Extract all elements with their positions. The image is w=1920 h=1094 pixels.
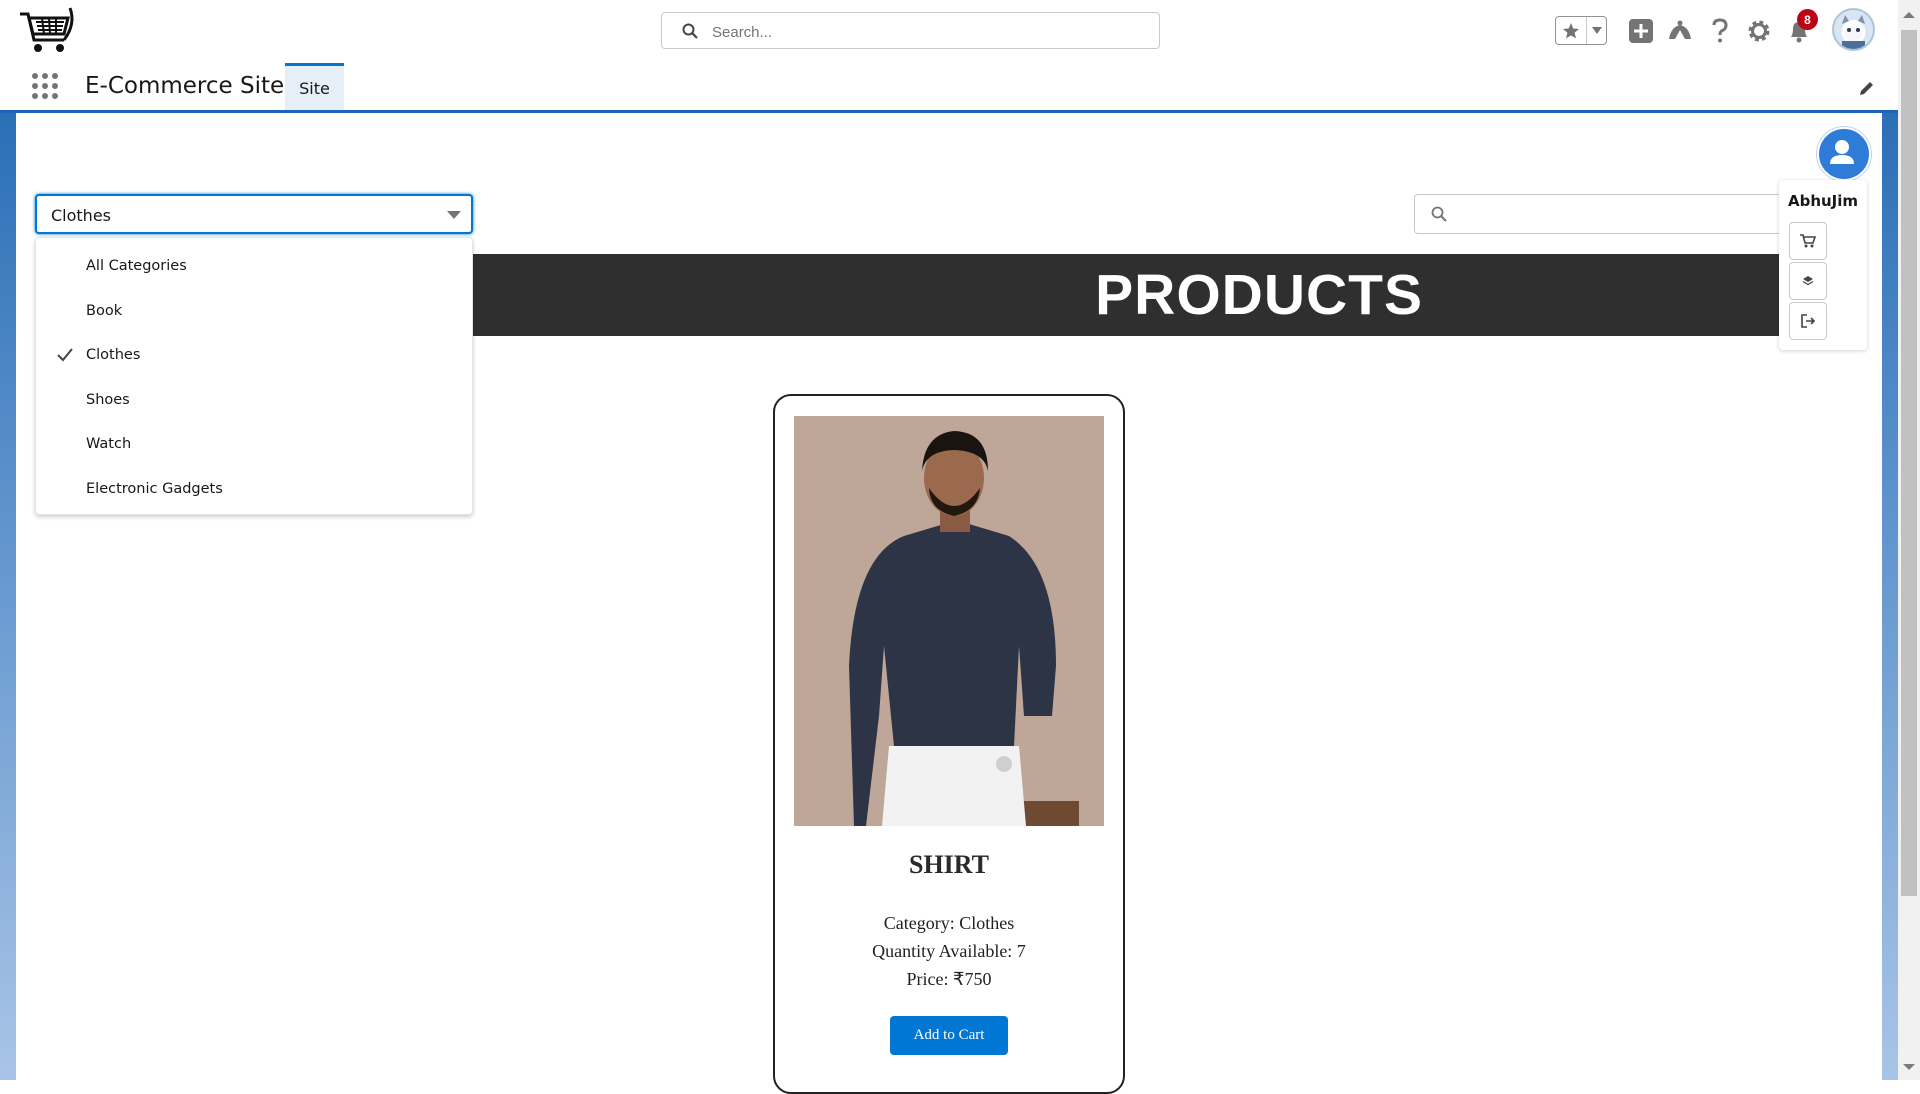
category-dropdown-list: All Categories Book Clothes Shoes Watch … <box>35 237 473 515</box>
category-option-clothes[interactable]: Clothes <box>36 335 472 375</box>
global-search-box[interactable] <box>661 12 1160 49</box>
app-name: E-Commerce Site <box>85 73 285 99</box>
product-price: Price: ₹750 <box>906 969 992 989</box>
layers-icon <box>1802 276 1814 286</box>
user-avatar[interactable] <box>1817 127 1871 181</box>
product-search-box[interactable] <box>1414 194 1786 234</box>
gear-icon[interactable] <box>1744 16 1774 46</box>
tab-site[interactable]: Site <box>285 63 344 110</box>
app-launcher-icon[interactable] <box>30 71 60 101</box>
user-name: AbhuJim <box>1787 192 1859 210</box>
scroll-up-arrow-icon[interactable] <box>1903 12 1915 18</box>
scroll-down-arrow-icon[interactable] <box>1903 1064 1915 1070</box>
category-option-watch[interactable]: Watch <box>36 424 472 464</box>
product-name: SHIRT <box>908 850 989 879</box>
shopping-cart-logo-icon[interactable] <box>18 4 78 58</box>
category-option-shoes[interactable]: Shoes <box>36 380 472 420</box>
banner-title: PRODUCTS <box>1095 263 1423 327</box>
product-search-input[interactable] <box>1459 203 1763 227</box>
product-category: Category: Clothes <box>883 913 1015 933</box>
logout-icon <box>1801 314 1816 328</box>
product-image <box>794 416 1104 826</box>
checkmark-icon <box>57 348 73 362</box>
dropdown-arrow-icon[interactable] <box>447 211 461 219</box>
scrollbar-thumb[interactable] <box>1901 30 1917 896</box>
edit-nav-pencil-icon[interactable] <box>1858 79 1876 97</box>
cart-icon <box>1800 234 1816 248</box>
category-option-book[interactable]: Book <box>36 291 472 331</box>
favorites-button[interactable] <box>1555 16 1607 45</box>
search-icon <box>682 23 698 39</box>
star-icon[interactable] <box>1556 17 1587 44</box>
products-banner: PRODUCTS <box>473 254 1785 336</box>
cart-button[interactable] <box>1789 222 1827 260</box>
search-icon <box>1431 206 1447 222</box>
help-icon[interactable] <box>1705 16 1735 46</box>
app-navigation-bar: E-Commerce Site Site <box>0 63 1898 113</box>
category-combobox[interactable]: Clothes <box>35 194 473 234</box>
notification-count-badge: 8 <box>1797 9 1818 30</box>
global-actions-plus-icon[interactable] <box>1626 16 1656 46</box>
product-quantity: Quantity Available: 7 <box>872 941 1026 961</box>
global-header: 8 <box>0 0 1898 63</box>
trailhead-icon[interactable] <box>1665 16 1695 46</box>
chevron-down-icon[interactable] <box>1587 17 1606 44</box>
add-to-cart-button[interactable]: Add to Cart <box>890 1016 1008 1055</box>
user-panel: AbhuJim <box>1779 180 1867 350</box>
category-selected-value: Clothes <box>51 206 111 225</box>
orders-button[interactable] <box>1789 262 1827 300</box>
global-search-input[interactable] <box>710 19 1134 45</box>
logout-button[interactable] <box>1789 302 1827 340</box>
category-option-all[interactable]: All Categories <box>36 246 472 286</box>
category-option-electronic-gadgets[interactable]: Electronic Gadgets <box>36 469 472 509</box>
user-profile-avatar[interactable] <box>1832 8 1875 51</box>
